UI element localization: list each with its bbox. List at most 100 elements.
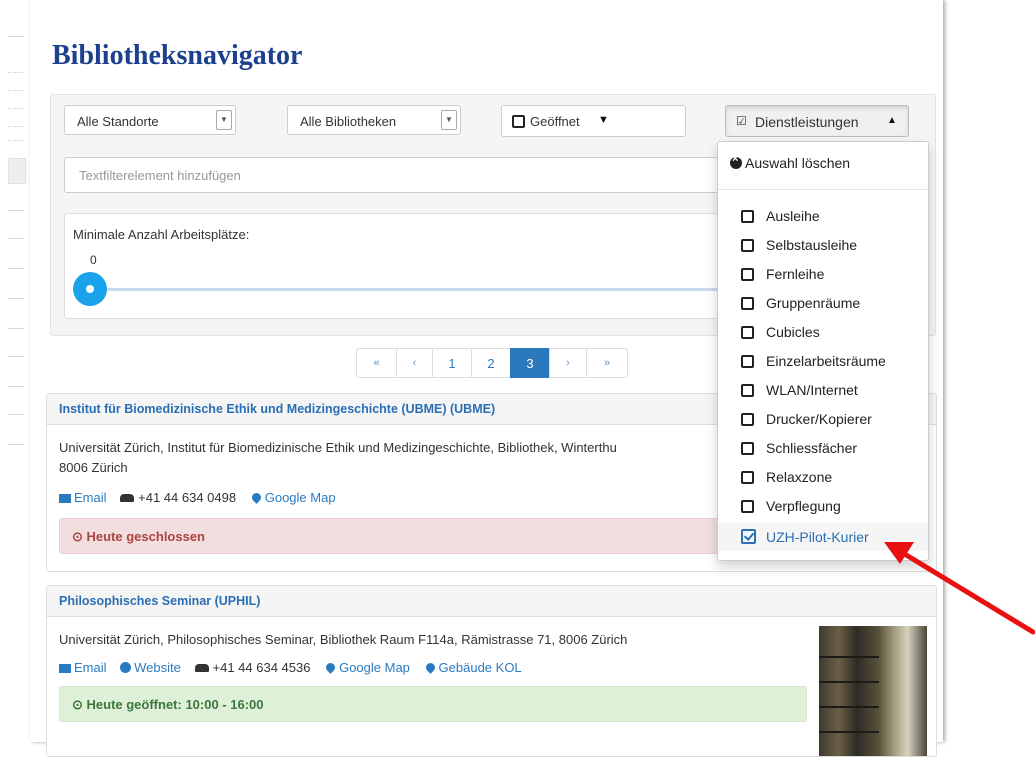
service-item-verpflegung[interactable]: Verpflegung [718, 492, 928, 520]
slider-label: Minimale Anzahl Arbeitsplätze: [73, 227, 250, 242]
pagination: « ‹ 1 2 3 › » [356, 348, 628, 378]
library-card-header: Philosophisches Seminar (UPHIL) [47, 586, 936, 617]
address-line: 8006 Zürich [59, 460, 128, 475]
service-item-drucker[interactable]: Drucker/Kopierer [718, 405, 928, 433]
slider-handle[interactable] [73, 272, 107, 306]
check-square-icon [741, 529, 756, 544]
standort-select[interactable]: Alle Standorte ▼ [64, 105, 236, 135]
building-link[interactable]: Gebäude KOL [423, 660, 522, 675]
service-label: Verpflegung [766, 498, 841, 514]
rail-divider [8, 90, 24, 92]
square-o-icon [741, 297, 754, 310]
rail-divider [8, 414, 24, 415]
map-marker-icon [324, 661, 337, 674]
envelope-icon [59, 494, 71, 503]
service-label: Drucker/Kopierer [766, 411, 872, 427]
rail-divider [8, 72, 24, 74]
square-o-icon [741, 268, 754, 281]
square-o-icon [741, 210, 754, 223]
phone-number: +41 44 634 0498 [120, 490, 236, 505]
page-3[interactable]: 3 [510, 348, 550, 378]
rail-divider [8, 268, 24, 269]
service-item-cubicles[interactable]: Cubicles [718, 318, 928, 346]
website-link[interactable]: Website [120, 660, 181, 675]
library-name-link[interactable]: Institut für Biomedizinische Ethik und M… [59, 402, 495, 416]
email-link[interactable]: Email [59, 490, 107, 505]
service-label: Einzelarbeitsräume [766, 353, 886, 369]
rail-divider [8, 298, 24, 299]
service-label: Cubicles [766, 324, 820, 340]
service-label: Gruppenräume [766, 295, 861, 311]
bibliothek-select[interactable]: Alle Bibliotheken ▼ [287, 105, 461, 135]
service-item-schliessfaecher[interactable]: Schliessfächer [718, 434, 928, 462]
dienstleistungen-dropdown: Auswahl löschen Ausleihe Selbstausleihe … [717, 141, 929, 561]
square-o-icon [741, 384, 754, 397]
standort-select-value: Alle Standorte [77, 114, 159, 129]
service-label: Relaxzone [766, 469, 833, 485]
library-address: Universität Zürich, Philosophisches Semi… [59, 630, 627, 650]
library-contact-links: Email +41 44 634 0498 Google Map [59, 490, 346, 505]
service-item-ausleihe[interactable]: Ausleihe [718, 202, 928, 230]
google-map-link[interactable]: Google Map [324, 660, 410, 675]
phone-icon [194, 664, 209, 672]
page-1[interactable]: 1 [432, 348, 472, 378]
service-item-selbstausleihe[interactable]: Selbstausleihe [718, 231, 928, 259]
page-title: Bibliotheksnavigator [52, 40, 303, 71]
clear-selection-label: Auswahl löschen [745, 155, 851, 171]
service-label: Schliessfächer [766, 440, 858, 456]
rail-divider [8, 328, 24, 329]
service-item-fernleihe[interactable]: Fernleihe [718, 260, 928, 288]
library-contact-links: Email Website +41 44 634 4536 Google Map… [59, 660, 532, 675]
page-prev[interactable]: ‹ [396, 348, 433, 378]
status-text: Heute geschlossen [86, 529, 206, 544]
rail-divider [8, 386, 24, 387]
service-item-wlan[interactable]: WLAN/Internet [718, 376, 928, 404]
service-label: Ausleihe [766, 208, 820, 224]
geoeffnet-toggle[interactable]: Geöffnet ▼ [501, 105, 686, 137]
rail-divider [8, 238, 24, 239]
status-text: Heute geöffnet: 10:00 - 16:00 [86, 697, 264, 712]
service-label: Selbstausleihe [766, 237, 858, 253]
square-o-icon [741, 500, 754, 513]
square-o-icon [741, 471, 754, 484]
page-next[interactable]: › [549, 348, 587, 378]
rail-box [8, 158, 26, 184]
status-open: ⊙ Heute geöffnet: 10:00 - 16:00 [59, 686, 807, 722]
clock-icon: ⊙ [72, 529, 87, 544]
globe-icon [120, 662, 132, 673]
phone-icon [120, 494, 135, 502]
square-o-icon [512, 115, 525, 128]
google-map-link[interactable]: Google Map [249, 490, 336, 505]
dienstleistungen-button[interactable]: ☑ Dienstleistungen ▲ [725, 105, 909, 137]
check-square-icon: ☑ [736, 114, 747, 128]
chevron-down-icon: ▼ [216, 110, 232, 130]
rail-divider [8, 210, 24, 211]
page-first[interactable]: « [356, 348, 397, 378]
phone-number: +41 44 634 4536 [194, 660, 310, 675]
page-2[interactable]: 2 [471, 348, 511, 378]
service-item-gruppenraeume[interactable]: Gruppenräume [718, 289, 928, 317]
rail-divider [8, 36, 24, 37]
email-link[interactable]: Email [59, 660, 107, 675]
library-name-link[interactable]: Philosophisches Seminar (UPHIL) [59, 594, 260, 608]
clear-selection-item[interactable]: Auswahl löschen [730, 153, 851, 171]
service-label: WLAN/Internet [766, 382, 858, 398]
square-o-icon [741, 239, 754, 252]
annotation-arrow-icon [884, 542, 1035, 635]
service-label: Fernleihe [766, 266, 825, 282]
square-o-icon [741, 442, 754, 455]
dropdown-divider [718, 189, 928, 190]
page-last[interactable]: » [586, 348, 628, 378]
service-label: UZH-Pilot-Kurier [766, 529, 869, 545]
caret-up-icon: ▲ [887, 115, 897, 126]
clock-icon: ⊙ [72, 697, 87, 712]
slider-value: 0 [90, 253, 97, 267]
textfilter-input[interactable] [77, 167, 681, 184]
times-circle-icon [730, 153, 742, 169]
rail-divider [8, 108, 24, 110]
library-photo [819, 626, 927, 756]
rail-divider [8, 444, 24, 445]
service-item-relaxzone[interactable]: Relaxzone [718, 463, 928, 491]
service-item-einzelarbeitsraeume[interactable]: Einzelarbeitsräume [718, 347, 928, 375]
geoeffnet-label: Geöffnet [530, 114, 580, 129]
